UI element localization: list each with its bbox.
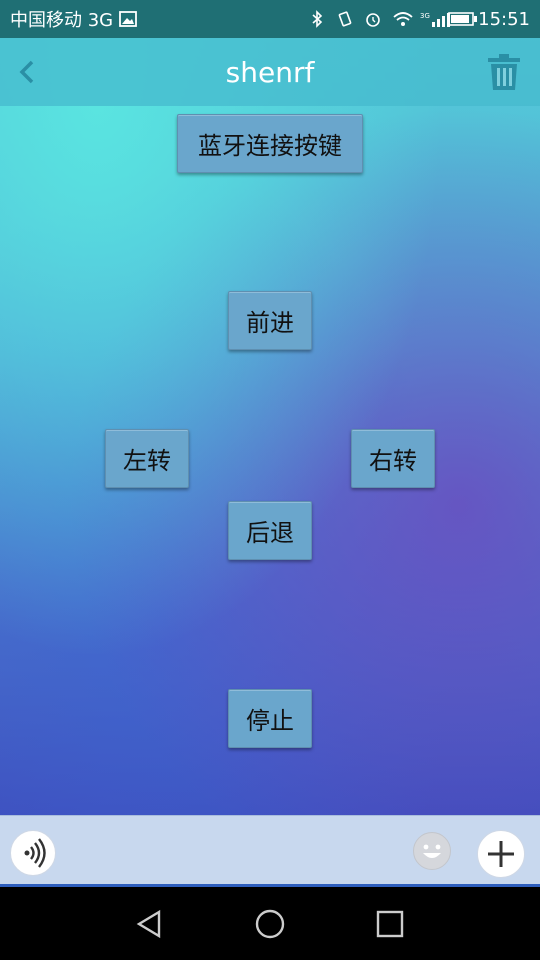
backward-button[interactable]: 后退 — [228, 501, 312, 560]
trash-icon — [488, 54, 520, 90]
plus-icon — [488, 841, 514, 867]
home-circle-icon — [255, 909, 285, 939]
bluetooth-connect-button[interactable]: 蓝牙连接按键 — [177, 114, 363, 173]
wifi-icon — [392, 10, 413, 28]
stop-button[interactable]: 停止 — [228, 689, 312, 748]
vibrate-icon — [336, 10, 354, 28]
nav-back-button[interactable] — [133, 907, 167, 941]
recents-square-icon — [376, 910, 404, 938]
voice-icon — [24, 838, 46, 868]
back-triangle-icon — [136, 909, 161, 939]
turn-right-button[interactable]: 右转 — [351, 429, 435, 488]
bluetooth-icon — [308, 10, 326, 28]
status-bar: 中国移动 3G 3G 15:51 — [0, 0, 540, 38]
page-title: shenrf — [225, 56, 315, 89]
alarm-icon — [364, 10, 382, 28]
carrier-label: 中国移动 3G — [10, 10, 114, 31]
battery-icon — [448, 10, 478, 28]
emoji-button[interactable] — [413, 832, 451, 870]
system-nav-bar — [0, 887, 540, 960]
image-icon — [119, 10, 138, 28]
app-bar: shenrf — [0, 38, 540, 106]
add-button[interactable] — [477, 830, 525, 878]
nav-home-button[interactable] — [253, 907, 287, 941]
turn-left-button[interactable]: 左转 — [105, 429, 189, 488]
svg-text:3G: 3G — [420, 12, 430, 20]
clock: 15:51 — [478, 8, 530, 30]
emoji-icon — [423, 844, 441, 858]
nav-recents-button[interactable] — [373, 907, 407, 941]
input-bar — [0, 815, 540, 887]
signal-icon: 3G — [420, 10, 451, 28]
delete-button[interactable] — [486, 52, 522, 92]
main-content: shenrf 蓝牙连接按键 前进 左转 右转 后退 停止 — [0, 38, 540, 815]
forward-button[interactable]: 前进 — [228, 291, 312, 350]
voice-button[interactable] — [10, 830, 56, 876]
